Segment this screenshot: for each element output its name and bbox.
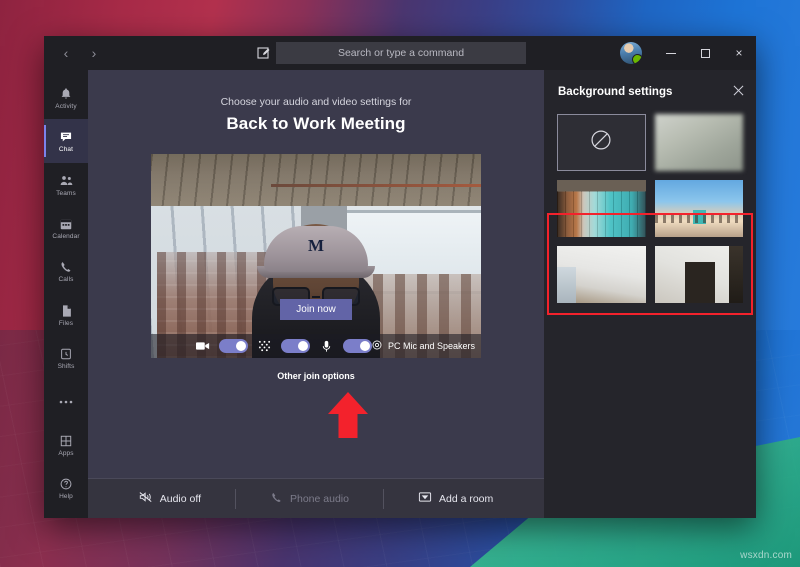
join-option-label: Add a room xyxy=(438,492,494,505)
microphone-toggle[interactable] xyxy=(343,339,372,353)
compose-icon[interactable] xyxy=(256,45,272,61)
video-control-bar: PC Mic and Speakers xyxy=(151,334,481,358)
speaker-muted-icon xyxy=(139,491,153,506)
maximize-button[interactable] xyxy=(688,36,722,70)
background-thumb-beach-lifeguard-tower[interactable] xyxy=(654,180,743,237)
no-background-icon xyxy=(588,127,614,158)
cap-logo: M xyxy=(307,236,325,255)
room-icon xyxy=(418,491,432,506)
sidebar-item-label: Chat xyxy=(58,146,74,154)
video-ceiling xyxy=(151,154,481,206)
sidebar-item-more[interactable] xyxy=(44,380,88,423)
background-blur-toggle[interactable] xyxy=(281,339,310,353)
teams-icon xyxy=(59,173,74,189)
sidebar-item-calendar[interactable]: Calendar xyxy=(44,206,88,249)
window-body: Activity Chat Teams Calendar Calls Files… xyxy=(44,70,756,518)
sidebar-item-label: Calendar xyxy=(52,232,80,240)
more-ellipsis-icon xyxy=(58,394,74,410)
calendar-icon xyxy=(59,216,73,232)
gear-icon xyxy=(371,339,383,353)
window-controls: × xyxy=(620,36,756,70)
phone-icon xyxy=(59,259,73,275)
device-selector[interactable]: PC Mic and Speakers xyxy=(371,339,475,353)
join-option-label: Phone audio xyxy=(290,492,349,505)
background-thumb-none[interactable] xyxy=(557,114,646,171)
window-titlebar: ‹ › Search or type a command × xyxy=(44,36,756,70)
sidebar-item-label: Apps xyxy=(58,449,74,457)
video-ceiling-pipe xyxy=(271,184,481,187)
sidebar-item-help[interactable]: Help xyxy=(44,467,88,510)
files-icon xyxy=(60,303,73,319)
sidebar-item-label: Teams xyxy=(56,189,76,197)
sidebar-item-label: Shifts xyxy=(57,363,75,371)
sidebar-item-label: Calls xyxy=(58,276,74,284)
join-option-label: Audio off xyxy=(159,492,201,505)
sidebar-item-calls[interactable]: Calls xyxy=(44,250,88,293)
annotation-arrow-up xyxy=(327,392,369,438)
clock-icon xyxy=(59,346,73,362)
background-thumb-office-teal-wall[interactable] xyxy=(557,180,646,237)
background-thumb-blur[interactable] xyxy=(654,114,743,171)
camera-toggle[interactable] xyxy=(219,339,248,353)
background-thumbnail-grid xyxy=(544,114,756,303)
video-preview[interactable]: M Join now PC Mic and Speakers xyxy=(151,154,481,358)
background-panel-header: Background settings xyxy=(544,70,756,114)
help-icon xyxy=(59,476,73,492)
video-cap: M xyxy=(264,226,368,272)
close-icon[interactable] xyxy=(733,85,744,99)
sidebar-item-teams[interactable]: Teams xyxy=(44,163,88,206)
teams-window: ‹ › Search or type a command × Activity … xyxy=(44,36,756,518)
sidebar-item-label: Activity xyxy=(55,102,77,110)
prejoin-subtitle: Choose your audio and video settings for xyxy=(220,96,412,108)
main-content: Choose your audio and video settings for… xyxy=(88,70,544,518)
device-label-text: PC Mic and Speakers xyxy=(387,341,475,351)
watermark: wsxdn.com xyxy=(740,550,792,561)
sidebar-item-shifts[interactable]: Shifts xyxy=(44,336,88,379)
prejoin-screen: Choose your audio and video settings for… xyxy=(88,70,544,478)
join-now-button[interactable]: Join now xyxy=(280,299,352,320)
background-thumb-doorway-interior[interactable] xyxy=(654,246,743,303)
join-option-audio-off[interactable]: Audio off xyxy=(105,488,235,510)
sidebar-item-apps[interactable]: Apps xyxy=(44,423,88,466)
apps-icon xyxy=(59,433,73,449)
forward-button[interactable]: › xyxy=(86,45,102,61)
sidebar-item-activity[interactable]: Activity xyxy=(44,76,88,119)
search-input[interactable]: Search or type a command xyxy=(276,42,526,64)
background-settings-panel: Background settings xyxy=(544,70,756,518)
chat-icon xyxy=(59,129,73,145)
other-join-options-label: Other join options xyxy=(277,371,355,381)
sidebar-item-label: Help xyxy=(59,493,73,501)
sidebar-item-label: Files xyxy=(58,319,74,327)
back-button[interactable]: ‹ xyxy=(58,45,74,61)
microphone-icon xyxy=(319,340,334,353)
sidebar-item-files[interactable]: Files xyxy=(44,293,88,336)
background-panel-title: Background settings xyxy=(558,86,673,98)
sidebar-item-chat[interactable]: Chat xyxy=(44,119,88,163)
background-blur-icon xyxy=(257,340,272,353)
phone-icon xyxy=(270,491,283,507)
avatar[interactable] xyxy=(620,42,642,64)
camera-icon xyxy=(195,341,210,351)
close-button[interactable]: × xyxy=(722,36,756,70)
page-title: Back to Work Meeting xyxy=(226,114,406,133)
join-option-add-a-room[interactable]: Add a room xyxy=(384,488,527,510)
search-placeholder: Search or type a command xyxy=(337,47,465,59)
navigation-arrows: ‹ › xyxy=(44,45,244,61)
join-options-bar: Audio off Phone audio Add a room xyxy=(88,478,544,518)
join-option-phone-audio[interactable]: Phone audio xyxy=(236,488,383,510)
minimize-button[interactable] xyxy=(654,36,688,70)
app-sidebar: Activity Chat Teams Calendar Calls Files… xyxy=(44,70,88,518)
background-thumb-white-room[interactable] xyxy=(557,246,646,303)
bell-icon xyxy=(59,86,73,102)
